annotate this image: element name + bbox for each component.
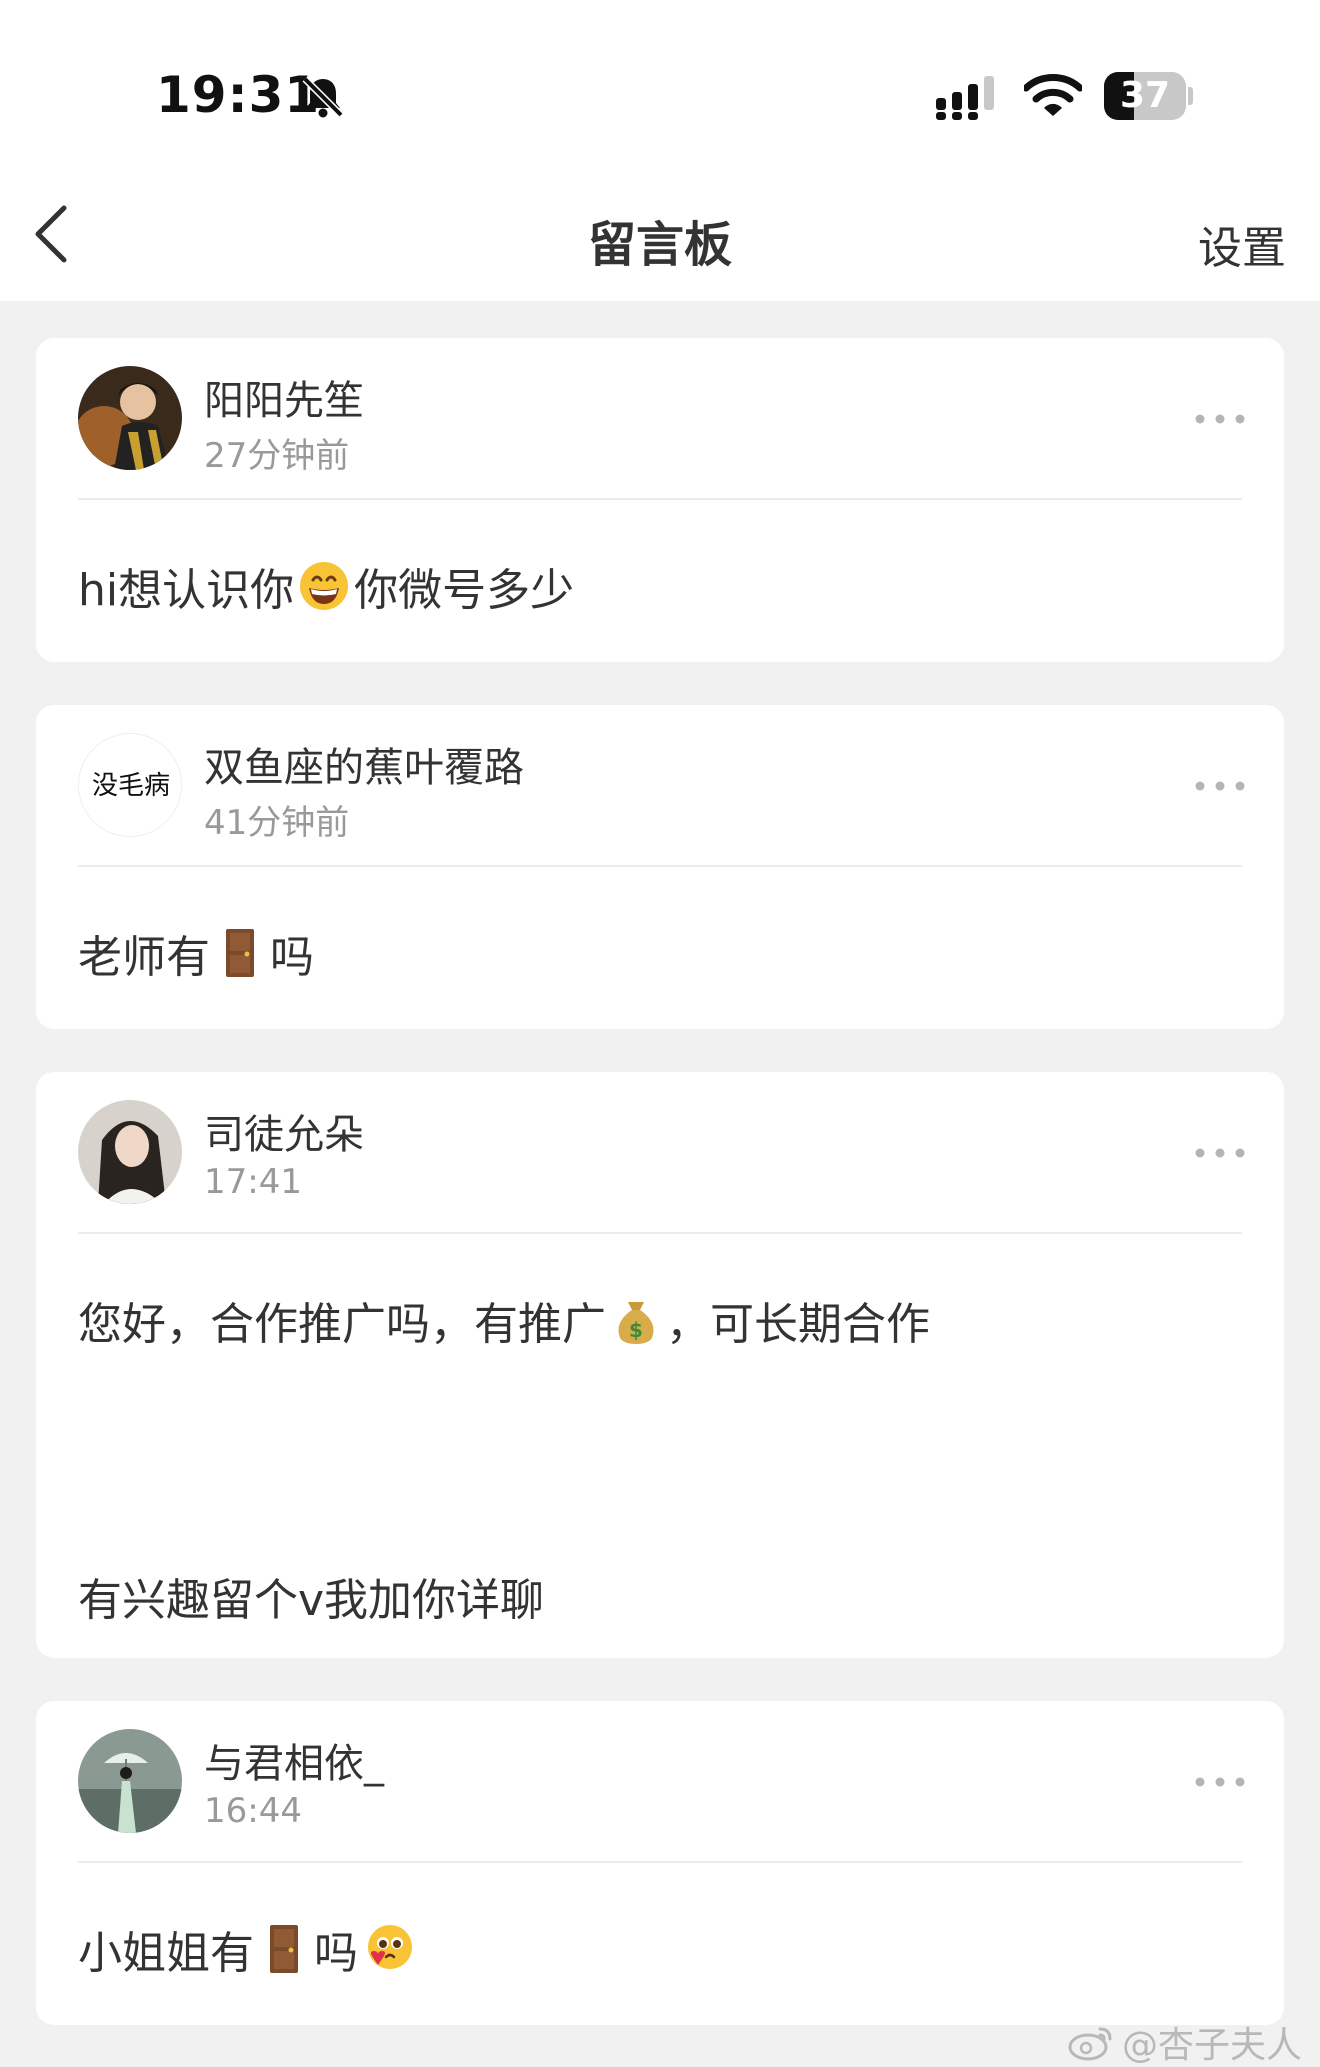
- divider: [78, 865, 1242, 867]
- message-text-part: 吗: [314, 1928, 358, 1979]
- battery-cap: [1188, 87, 1193, 105]
- status-time: 19:31: [156, 66, 321, 124]
- message-text-part: 吗: [270, 932, 314, 983]
- svg-text:$: $: [629, 1318, 643, 1342]
- author-name[interactable]: 双鱼座的蕉叶覆路: [204, 735, 524, 793]
- avatar[interactable]: [78, 1100, 182, 1204]
- weibo-logo-icon: [1068, 2027, 1112, 2061]
- battery-body: 37: [1104, 72, 1186, 120]
- more-options-icon[interactable]: [1192, 1138, 1248, 1168]
- header-area: 19:31 37 留言板 设置: [0, 0, 1320, 301]
- message-time: 41分钟前: [204, 803, 350, 843]
- author-name[interactable]: 司徒允朵: [204, 1102, 364, 1160]
- message-text-part: hi想认识你: [78, 565, 295, 616]
- message-time: 27分钟前: [204, 436, 350, 476]
- message-text-line2: 有兴趣留个v我加你详聊: [78, 1575, 545, 1626]
- message-text-part: 老师有: [78, 932, 210, 983]
- door-emoji: [270, 1925, 298, 1973]
- watermark: @杏子夫人: [1068, 2016, 1302, 2067]
- message-time: 16:44: [204, 1791, 302, 1831]
- message-time: 17:41: [204, 1162, 302, 1202]
- author-name[interactable]: 与君相依_: [204, 1731, 384, 1789]
- divider: [78, 498, 1242, 500]
- battery-percent: 37: [1119, 75, 1171, 116]
- more-options-icon[interactable]: [1192, 404, 1248, 434]
- avatar-text: 没毛病: [92, 771, 170, 801]
- message-card: 阳阳先笙 27分钟前 hi想认识你 你微号多少: [36, 338, 1284, 662]
- author-name[interactable]: 阳阳先笙: [204, 368, 364, 426]
- avatar[interactable]: 没毛病: [78, 733, 182, 837]
- message-text: 您好，合作推广吗，有推广 $ ，可长期合作: [78, 1288, 930, 1352]
- divider: [78, 1861, 1242, 1863]
- watermark-text: @杏子夫人: [1121, 2025, 1302, 2066]
- message-card: 与君相依_ 16:44 小姐姐有 吗: [36, 1701, 1284, 2025]
- battery-icon: 37: [1104, 72, 1193, 120]
- message-text: 小姐姐有 吗: [78, 1917, 418, 1981]
- more-options-icon[interactable]: [1192, 771, 1248, 801]
- money-bag-emoji: $: [618, 1302, 654, 1344]
- door-emoji: [226, 929, 254, 977]
- message-text: hi想认识你 你微号多少: [78, 554, 574, 618]
- bell-muted-icon: [302, 76, 344, 118]
- avatar[interactable]: [78, 1729, 182, 1833]
- message-text-part: 您好，合作推广吗，有推广: [78, 1299, 606, 1350]
- message-text-part: ，可长期合作: [666, 1299, 930, 1350]
- message-text-part: 小姐姐有: [78, 1928, 254, 1979]
- wifi-icon: [1024, 74, 1082, 116]
- message-card: 没毛病 双鱼座的蕉叶覆路 41分钟前 老师有 吗: [36, 705, 1284, 1029]
- message-card: 司徒允朵 17:41 您好，合作推广吗，有推广 $ ，可长期合作 有兴趣留个v我…: [36, 1072, 1284, 1658]
- message-text-part: 你微号多少: [354, 565, 575, 616]
- signal-icon: [936, 76, 994, 120]
- grinning-face-emoji: [300, 562, 349, 610]
- more-options-icon[interactable]: [1192, 1767, 1248, 1797]
- page-title: 留言板: [587, 217, 732, 273]
- pleading-face-emoji: [368, 1925, 412, 1969]
- divider: [78, 1232, 1242, 1234]
- avatar[interactable]: [78, 366, 182, 470]
- settings-button[interactable]: 设置: [1198, 212, 1286, 276]
- message-text: 老师有 吗: [78, 921, 314, 985]
